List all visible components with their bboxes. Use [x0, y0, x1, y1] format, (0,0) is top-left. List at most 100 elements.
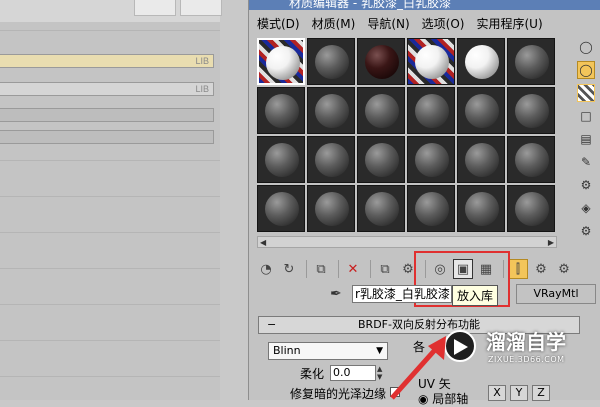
- sample-sphere-icon: [265, 192, 299, 226]
- material-sample-slot[interactable]: [357, 38, 405, 85]
- material-name-field[interactable]: r乳胶漆_白乳胶漆: [352, 285, 452, 303]
- material-sample-slot[interactable]: [307, 38, 355, 85]
- sample-sphere-icon: [515, 45, 549, 79]
- copy-material-icon[interactable]: ⧉: [375, 259, 395, 279]
- show-end-result-icon[interactable]: ⫿: [508, 259, 528, 279]
- options-icon[interactable]: ⚙: [577, 176, 595, 194]
- sample-sphere-icon: [365, 94, 399, 128]
- axis-y-button[interactable]: Y: [510, 385, 528, 401]
- scroll-right-icon[interactable]: ▶: [548, 238, 554, 248]
- horizontal-scrollbar[interactable]: ◀ ▶: [257, 236, 557, 248]
- sample-sphere-icon: [315, 94, 349, 128]
- material-sample-slot[interactable]: [257, 136, 305, 183]
- material-type-button[interactable]: VRayMtl: [516, 284, 596, 304]
- sample-sphere-icon: [465, 45, 499, 79]
- window-control-button[interactable]: [180, 0, 222, 16]
- reset-material-icon[interactable]: ✕: [343, 259, 363, 279]
- material-sample-slot[interactable]: [407, 136, 455, 183]
- material-sample-slot[interactable]: [307, 185, 355, 232]
- material-sample-slot[interactable]: [457, 185, 505, 232]
- sample-slot-grid: [257, 38, 557, 234]
- brdf-type-value: Blinn: [273, 344, 301, 357]
- eyedropper-icon[interactable]: ✒: [330, 286, 342, 302]
- sample-sphere-icon: [415, 94, 449, 128]
- material-sample-slot[interactable]: [257, 38, 305, 85]
- sample-sphere-icon: [415, 192, 449, 226]
- axis-z-button[interactable]: Z: [532, 385, 550, 401]
- scroll-left-icon[interactable]: ◀: [260, 238, 266, 248]
- get-material-icon[interactable]: ◔: [256, 259, 276, 279]
- side-toolbar: ◯ ◯ □ ▤ ✎ ⚙ ◈ ⚙: [577, 38, 599, 245]
- material-sample-slot[interactable]: [357, 185, 405, 232]
- material-sample-slot[interactable]: [357, 136, 405, 183]
- menu-options[interactable]: 选项(O): [422, 15, 465, 32]
- material-sample-slot[interactable]: [307, 87, 355, 134]
- make-preview-icon[interactable]: ✎: [577, 153, 595, 171]
- background-checker-icon[interactable]: [577, 84, 595, 102]
- material-sample-slot[interactable]: [257, 185, 305, 232]
- menu-mode[interactable]: 模式(D): [257, 15, 300, 32]
- library-bar[interactable]: LIB: [0, 54, 214, 68]
- soften-label: 柔化: [300, 367, 325, 381]
- menu-utilities[interactable]: 实用程序(U): [476, 15, 542, 32]
- library-bar[interactable]: LIB: [0, 82, 214, 96]
- divider: [0, 376, 220, 377]
- library-bar[interactable]: [0, 108, 214, 122]
- divider: [0, 232, 220, 233]
- divider: [0, 340, 220, 341]
- sample-sphere-icon: [365, 143, 399, 177]
- menu-material[interactable]: 材质(M): [312, 15, 356, 32]
- material-sample-slot[interactable]: [457, 87, 505, 134]
- backlight-icon[interactable]: ◯: [577, 61, 595, 79]
- material-sample-slot[interactable]: [407, 87, 455, 134]
- select-by-material-icon[interactable]: ◈: [577, 199, 595, 217]
- sample-sphere-icon: [515, 94, 549, 128]
- window-title: 材质编辑器 - 乳胶漆_白乳胶漆: [289, 0, 451, 10]
- go-to-parent-icon[interactable]: ⚙: [531, 259, 551, 279]
- brdf-type-select[interactable]: Blinn ▼: [268, 342, 388, 360]
- soften-input[interactable]: 0.0: [330, 365, 376, 381]
- left-panel: LIB LIB: [0, 0, 222, 400]
- watermark-name: 溜溜自学: [486, 330, 566, 354]
- material-sample-slot[interactable]: [357, 87, 405, 134]
- sample-sphere-icon: [465, 94, 499, 128]
- sample-sphere-icon: [315, 45, 349, 79]
- video-color-check-icon[interactable]: ▤: [577, 130, 595, 148]
- sample-sphere-icon: [265, 143, 299, 177]
- sample-sphere-icon: [365, 45, 399, 79]
- divider: [0, 304, 220, 305]
- material-sample-slot[interactable]: [507, 38, 555, 85]
- divider: [338, 260, 339, 278]
- sample-sphere-icon: [365, 192, 399, 226]
- go-forward-to-sibling-icon[interactable]: ⚙: [554, 259, 574, 279]
- assign-to-selection-icon[interactable]: ⧉: [311, 259, 331, 279]
- uv-tiling-icon[interactable]: □: [577, 107, 595, 125]
- sample-sphere-icon: [315, 192, 349, 226]
- material-sample-slot[interactable]: [507, 185, 555, 232]
- fix-dark-glossy-edges-label: 修复暗的光泽边缘: [290, 387, 387, 401]
- sample-type-icon[interactable]: ◯: [577, 38, 595, 56]
- material-sample-slot[interactable]: [507, 136, 555, 183]
- library-tag: LIB: [195, 84, 209, 94]
- watermark-url: ZIXUE.3D66.COM: [488, 355, 565, 364]
- sample-sphere-icon: [266, 46, 300, 80]
- menu-navigation[interactable]: 导航(N): [367, 15, 409, 32]
- put-to-scene-icon[interactable]: ↻: [279, 259, 299, 279]
- material-sample-slot[interactable]: [407, 185, 455, 232]
- material-navigator-icon[interactable]: ⚙: [577, 222, 595, 240]
- divider: [0, 268, 220, 269]
- sample-sphere-icon: [515, 192, 549, 226]
- sample-sphere-icon: [465, 143, 499, 177]
- material-sample-slot[interactable]: [407, 38, 455, 85]
- library-bar[interactable]: [0, 130, 214, 144]
- axis-x-button[interactable]: X: [488, 385, 506, 401]
- material-sample-slot[interactable]: [507, 87, 555, 134]
- material-sample-slot[interactable]: [457, 38, 505, 85]
- window-control-button[interactable]: [134, 0, 176, 16]
- sample-sphere-icon: [315, 143, 349, 177]
- material-sample-slot[interactable]: [457, 136, 505, 183]
- divider: [0, 160, 220, 161]
- material-name-row: ✒ r乳胶漆_白乳胶漆 VRayMtl: [330, 284, 600, 306]
- material-sample-slot[interactable]: [307, 136, 355, 183]
- material-sample-slot[interactable]: [257, 87, 305, 134]
